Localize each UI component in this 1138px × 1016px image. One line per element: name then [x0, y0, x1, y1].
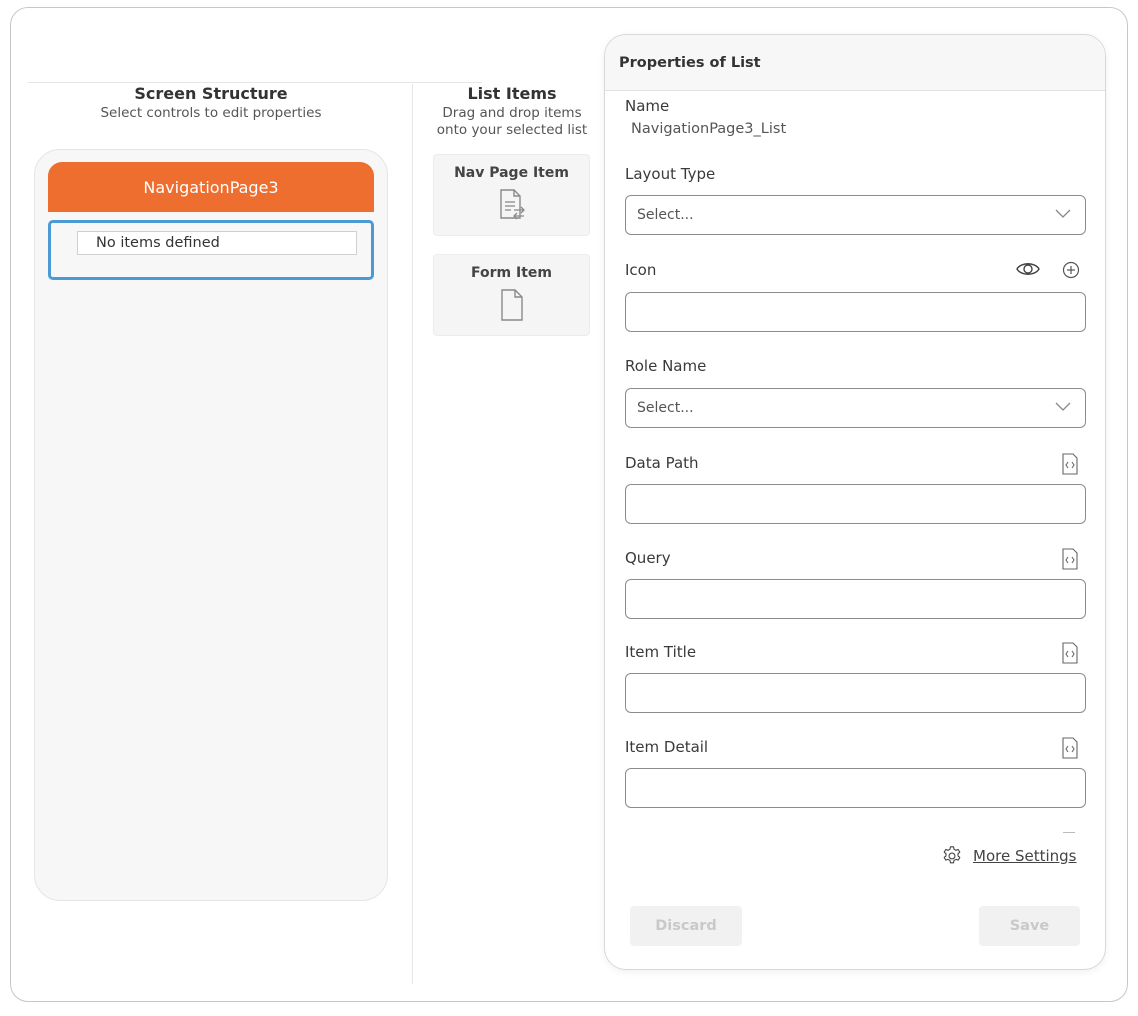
query-label: Query	[625, 549, 671, 567]
discard-button[interactable]: Discard	[630, 906, 742, 946]
list-items-subtitle-line1: Drag and drop items	[442, 105, 582, 121]
name-label: Name	[625, 97, 670, 115]
nav-page-document-icon	[499, 189, 525, 220]
item-detail-label: Item Detail	[625, 738, 709, 756]
save-button[interactable]: Save	[979, 906, 1080, 946]
name-value: NavigationPage3_List	[631, 121, 787, 137]
gear-icon	[943, 846, 961, 864]
data-path-input[interactable]	[625, 484, 1086, 524]
icon-input[interactable]	[625, 292, 1086, 332]
header-divider	[28, 82, 482, 83]
layout-type-value: Select...	[637, 207, 694, 223]
layout-type-select[interactable]: Select...	[625, 195, 1086, 235]
scroll-indicator	[1063, 832, 1075, 833]
item-detail-input[interactable]	[625, 768, 1086, 808]
more-settings-label: More Settings	[973, 847, 1077, 865]
code-file-icon[interactable]	[1061, 642, 1079, 664]
properties-header: Properties of List	[605, 35, 1105, 91]
screen-structure-title: Screen Structure	[134, 84, 288, 103]
more-settings-link[interactable]: More Settings	[941, 845, 1076, 867]
list-items-subtitle: Drag and drop items onto your selected l…	[410, 105, 614, 139]
column-divider	[412, 84, 413, 984]
nav-page-item-label: Nav Page Item	[454, 165, 569, 181]
query-input[interactable]	[625, 579, 1086, 619]
screen-structure-subtitle: Select controls to edit properties	[100, 105, 322, 121]
code-file-icon[interactable]	[1061, 453, 1079, 475]
selected-list-control[interactable]: No items defined	[48, 220, 374, 280]
chevron-down-icon	[1055, 209, 1071, 218]
code-file-icon[interactable]	[1061, 737, 1079, 759]
role-name-select[interactable]: Select...	[625, 388, 1086, 428]
layout-type-label: Layout Type	[625, 165, 716, 183]
code-file-icon[interactable]	[1061, 548, 1079, 570]
list-items-subtitle-line2: onto your selected list	[436, 122, 588, 138]
chevron-down-icon	[1055, 402, 1071, 411]
form-item-label: Form Item	[471, 265, 552, 281]
eye-icon[interactable]	[1016, 260, 1040, 278]
properties-panel: Properties of List Name NavigationPage3_…	[604, 34, 1106, 970]
empty-list-message: No items defined	[77, 231, 357, 255]
add-circle-icon[interactable]	[1062, 261, 1080, 279]
data-path-label: Data Path	[625, 454, 699, 472]
role-name-value: Select...	[637, 400, 694, 416]
item-title-input[interactable]	[625, 673, 1086, 713]
role-name-label: Role Name	[625, 357, 707, 375]
form-document-icon	[500, 289, 523, 321]
nav-page-item-tool[interactable]: Nav Page Item	[433, 154, 590, 236]
icon-label: Icon	[625, 261, 657, 279]
item-title-label: Item Title	[625, 643, 697, 661]
nav-page-header[interactable]: NavigationPage3	[48, 162, 374, 212]
form-item-tool[interactable]: Form Item	[433, 254, 590, 336]
list-items-title: List Items	[467, 84, 557, 103]
